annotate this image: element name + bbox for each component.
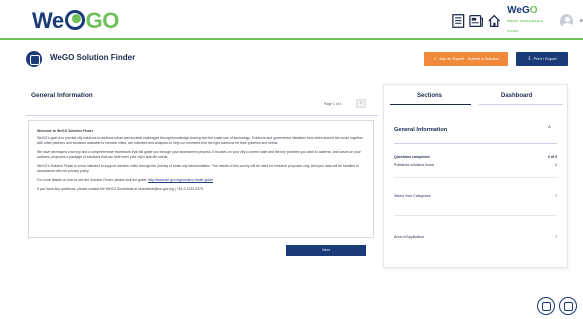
document-list-icon[interactable] [452,13,465,29]
export-button[interactable]: ⇩ Print / Export [516,52,568,66]
chevron-down-icon[interactable]: ▾ [579,17,583,25]
help-icon[interactable] [537,297,555,315]
sidebar-tabs: Sections Dashboard [384,85,567,107]
user-avatar[interactable] [560,13,574,29]
solution-finder-bar: WeGO Solution Finder ☼ Ask an Expert · Su… [22,48,577,72]
mini-logo-we: WeG [507,5,530,16]
logo-we-text: We [32,8,64,33]
solution-finder-icon [26,51,42,67]
chevron-right-icon: › [555,234,557,240]
guide-link[interactable]: http://www.we-gov.org/solution-finder-gu… [148,178,213,182]
mini-logo-subtitle: SMART SUSTAINABLE CITIES [507,19,544,33]
intro-paragraph: We have developed a survey and a compreh… [37,150,361,159]
news-icon[interactable] [468,13,483,29]
divider [26,115,378,116]
page-indicator: Page 1 of 4 [324,102,342,106]
general-info-section-header[interactable]: General Information ^ [384,121,567,141]
logo-go-text: GO [85,8,120,33]
lightbulb-icon: ☼ [432,56,438,62]
header-icon-bar: WeGO SMART SUSTAINABLE CITIES ▾ [452,6,583,33]
questions-completed-label: Questions completed [394,155,430,159]
intro-paragraph: WeGO's Solution Finder is a tool intende… [37,164,359,173]
tab-sections[interactable]: Sections [417,93,442,99]
globe-icon [64,10,85,30]
ask-expert-button[interactable]: ☼ Ask an Expert · Submit a Solution [424,52,508,66]
tab-dashboard[interactable]: Dashboard [501,93,532,99]
sidebar-item-label: Select Your Categories [394,194,431,198]
contact-paragraph: If you have any questions, please contac… [37,187,204,191]
top-header: We GO WeGO SMART SUSTAINABLE CITIES ▾ [0,0,583,40]
export-label: Print / Export [533,56,557,61]
sections-sidebar: Sections Dashboard General Information ^… [383,84,568,268]
guide-text: For more details on how to use the Solut… [37,178,149,182]
wego-logo[interactable]: We GO [32,9,119,33]
intro-paragraph: WeGO's goal is to provide city solutions… [37,136,363,145]
sidebar-item-categories[interactable]: Select Your Categories › [394,193,557,210]
chevron-right-icon: › [555,193,557,199]
sidebar-item-area[interactable]: Area of Application › [394,234,557,251]
download-icon: ⇩ [527,56,532,62]
chat-icon[interactable] [559,297,577,315]
published-solutions-row: Published solutions found 0 [394,163,557,167]
divider [394,215,557,216]
active-tab-indicator [390,104,471,105]
floating-action-icons [537,297,577,315]
mini-logo-o: O [529,5,538,16]
divider [394,177,557,178]
wego-mini-logo[interactable]: WeGO SMART SUSTAINABLE CITIES [507,6,550,36]
main-panel: General Information Page 1 of 4 › Welcom… [26,82,378,258]
general-info-title: General Information [394,127,448,133]
next-button[interactable]: Next [286,245,366,256]
questions-completed-value: 0 of 5 [547,155,557,159]
intro-heading: Welcome to WeGO Solution Finder [37,129,94,133]
page-next-button[interactable]: › [356,99,366,108]
divider [394,143,557,144]
intro-paragraph: For more details on how to use the Solut… [37,178,365,183]
chevron-up-icon[interactable]: ^ [548,126,551,132]
home-icon[interactable] [487,13,501,29]
ask-expert-label: Ask an Expert · Submit a Solution [439,56,500,61]
page-title: WeGO Solution Finder [50,53,136,62]
published-solutions-value: 0 [555,163,557,167]
intro-content-box: Welcome to WeGO Solution Finder WeGO's g… [28,120,374,238]
published-solutions-label: Published solutions found [394,163,434,167]
section-title: General Information [31,92,93,99]
questions-completed-row: Questions completed 0 of 5 [394,155,557,159]
sidebar-item-label: Area of Application [394,235,424,239]
tab-divider [479,104,563,105]
